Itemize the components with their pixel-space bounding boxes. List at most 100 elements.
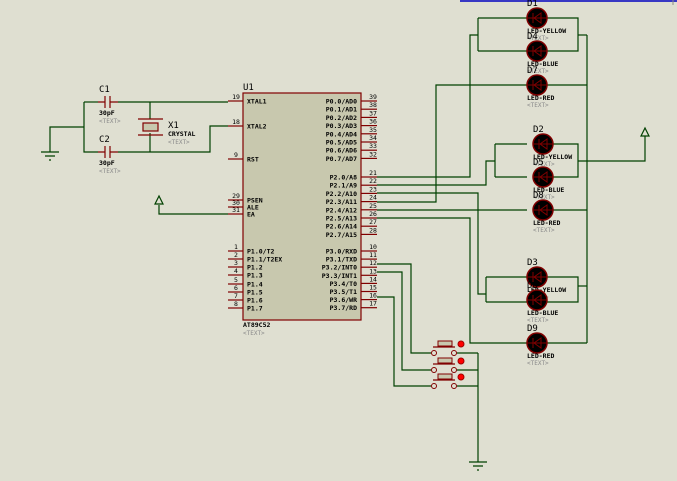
button-state-dot[interactable]	[457, 357, 465, 365]
pin-number: 32	[369, 150, 377, 158]
pin-number: 6	[234, 284, 238, 292]
pin-number: 8	[234, 300, 238, 308]
led-ref: D4	[527, 32, 538, 42]
pin-number: 25	[369, 202, 377, 210]
pin-name: RST	[247, 156, 259, 164]
capacitor-c1[interactable]: C1 30pF<TEXT>	[98, 85, 121, 125]
led-ref: D3	[527, 258, 538, 268]
pin-number: 24	[369, 194, 377, 202]
pin-number: 33	[369, 142, 377, 150]
capacitor-ref: C2	[99, 135, 110, 145]
pin-name: P0.5/AD5	[326, 139, 357, 147]
crystal-x1[interactable]: X1CRYSTAL<TEXT>	[138, 118, 195, 146]
wire[interactable]	[377, 296, 431, 387]
pin-name: P3.7/RD	[330, 304, 357, 312]
led-ref: D9	[527, 324, 538, 334]
button-contact	[451, 350, 457, 356]
pin-number: 9	[234, 151, 238, 159]
pin-number: 14	[369, 275, 377, 283]
pin-name: P2.7/A15	[326, 231, 357, 239]
wire[interactable]	[578, 136, 646, 162]
pin-name: P3.5/T1	[330, 288, 357, 296]
capacitor-text: <TEXT>	[99, 168, 121, 175]
pin-name: P1.6	[247, 297, 263, 305]
pin-number: 7	[234, 292, 238, 300]
led-ref: D2	[533, 125, 544, 135]
pin-name: P1.7	[247, 305, 263, 313]
crystal-value: CRYSTAL	[168, 130, 195, 138]
pin-name: P2.2/A10	[326, 190, 357, 198]
pin-number: 4	[234, 267, 238, 275]
wire[interactable]	[158, 205, 228, 215]
capacitor-ref: C1	[99, 85, 110, 95]
led-ref: D8	[533, 191, 544, 201]
capacitor-symbol	[98, 146, 118, 158]
capacitor-symbol	[98, 96, 118, 108]
wire[interactable]	[377, 34, 478, 178]
pin-number: 28	[369, 226, 377, 234]
pin-number: 12	[369, 259, 377, 267]
schematic-canvas[interactable]: U1AT89C52<TEXT>19XTAL118XTAL29RST29PSEN3…	[0, 0, 677, 481]
pin-number: 15	[369, 284, 377, 292]
pin-name: P2.4/A12	[326, 206, 357, 214]
pin-number: 22	[369, 177, 377, 185]
wire[interactable]	[377, 263, 431, 354]
pin-name: P2.3/A11	[326, 198, 357, 206]
pin-number: 35	[369, 126, 377, 134]
led-text: <TEXT>	[527, 102, 549, 109]
pin-name: P3.3/INT1	[322, 272, 357, 280]
pin-name: P3.0/RXD	[326, 248, 357, 256]
wire[interactable]	[83, 102, 98, 153]
pin-number: 13	[369, 267, 377, 275]
pin-name: P2.5/A13	[326, 215, 357, 223]
pin-name: P1.0/T2	[247, 248, 274, 256]
power-terminal-icon	[640, 126, 650, 137]
pin-number: 16	[369, 292, 377, 300]
button-state-dot[interactable]	[457, 373, 465, 381]
pin-number: 23	[369, 185, 377, 193]
pin-name: EA	[247, 211, 255, 219]
chip-ref: U1	[243, 83, 254, 93]
led-d9[interactable]: D9 LED-RED<TEXT>	[526, 324, 554, 367]
button-contact	[451, 383, 457, 389]
button-cap	[437, 340, 453, 347]
pin-number: 10	[369, 243, 377, 251]
pin-name: P1.4	[247, 281, 263, 289]
button-state-dot[interactable]	[457, 340, 465, 348]
pin-name: P0.7/AD7	[326, 155, 357, 163]
led-value: LED-RED	[527, 352, 554, 360]
wire[interactable]	[377, 217, 527, 344]
wire[interactable]	[377, 271, 431, 371]
button-cap	[437, 373, 453, 380]
button-contact	[451, 367, 457, 373]
pin-name: P3.2/INT0	[322, 264, 357, 272]
led-ref: D5	[533, 158, 544, 168]
capacitor-value: 30pF	[99, 109, 115, 117]
capacitor-c2[interactable]: C2 30pF<TEXT>	[98, 135, 121, 175]
led-ref: D6	[527, 281, 538, 291]
pin-name: P0.2/AD2	[326, 114, 357, 122]
capacitor-text: <TEXT>	[99, 118, 121, 125]
pin-number: 19	[232, 93, 240, 101]
pin-name: P2.1/A9	[330, 182, 357, 190]
pin-number: 26	[369, 210, 377, 218]
pin-name: P0.1/AD1	[326, 106, 357, 114]
pin-name: P0.0/AD0	[326, 98, 357, 106]
button-contact	[431, 383, 437, 389]
chip-text: <TEXT>	[243, 330, 265, 337]
led-value: LED-RED	[527, 94, 554, 102]
led-value: LED-BLUE	[527, 309, 558, 317]
wire[interactable]	[49, 126, 84, 152]
led-text: <TEXT>	[533, 227, 555, 234]
pin-number: 5	[234, 276, 238, 284]
pin-number: 18	[232, 118, 240, 126]
pin-number: 37	[369, 109, 377, 117]
pin-name: P0.4/AD4	[326, 130, 357, 138]
button-cap	[437, 357, 453, 364]
crystal-text: <TEXT>	[168, 139, 190, 146]
pin-number: 36	[369, 118, 377, 126]
components: U1AT89C52<TEXT>19XTAL118XTAL29RST29PSEN3…	[41, 0, 650, 471]
led-value: LED-RED	[533, 219, 560, 227]
pin-name: P3.4/T0	[330, 280, 357, 288]
button-contact	[431, 350, 437, 356]
